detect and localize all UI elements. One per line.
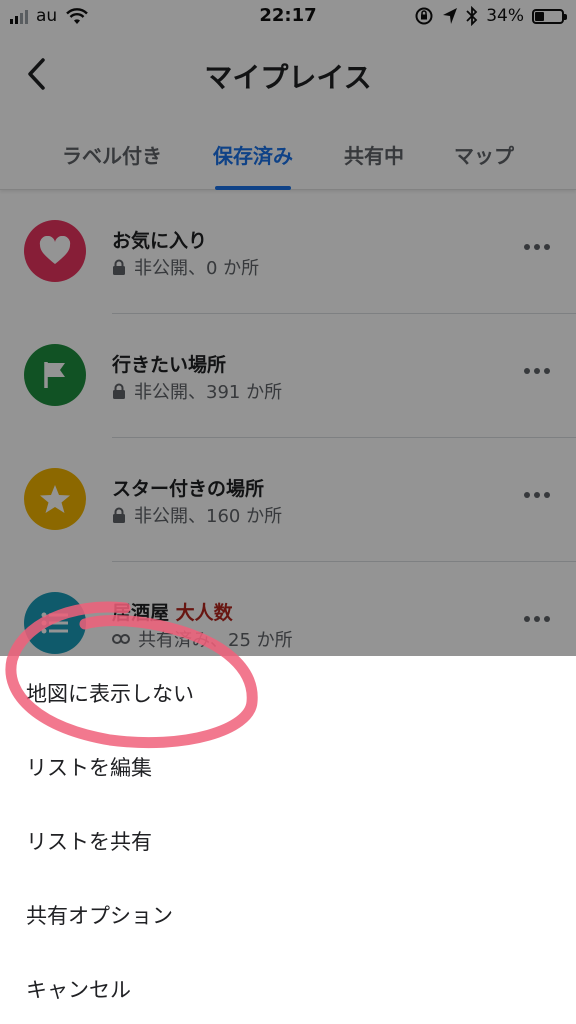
hide-from-map-option[interactable]: 地図に表示しない <box>0 656 576 730</box>
edit-list-option[interactable]: リストを編集 <box>0 730 576 804</box>
dim-overlay[interactable] <box>0 0 576 656</box>
action-sheet: 地図に表示しない リストを編集 リストを共有 共有オプション キャンセル <box>0 656 576 1024</box>
share-list-option[interactable]: リストを共有 <box>0 804 576 878</box>
sharing-options-option[interactable]: 共有オプション <box>0 878 576 952</box>
cancel-option[interactable]: キャンセル <box>0 952 576 1024</box>
